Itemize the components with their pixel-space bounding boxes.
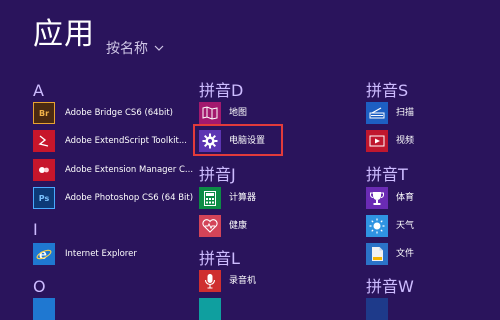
photoshop-icon-text: Ps: [38, 193, 50, 203]
app-label: Adobe Bridge CS6 (64bit): [65, 107, 173, 118]
app-label: 文件: [396, 248, 415, 259]
trophy-glyph-icon: [370, 191, 384, 205]
selection-highlight-box: [193, 124, 283, 156]
app-label: 天气: [396, 220, 415, 231]
app-label: Internet Explorer: [65, 248, 137, 259]
sort-label: 按名称: [106, 41, 148, 57]
app-video[interactable]: 视频: [366, 130, 414, 152]
page-title: 应用: [33, 17, 95, 52]
group-header-o[interactable]: O: [33, 279, 46, 295]
app-adobe-photoshop[interactable]: Ps Adobe Photoshop CS6 (64 Bit): [33, 187, 193, 209]
video-icon: [366, 130, 388, 152]
trophy-icon: [366, 187, 388, 209]
group-header-pinyin-w[interactable]: 拼音W: [366, 279, 414, 295]
sun-glyph-icon: [369, 218, 385, 234]
adobe-bridge-icon: Br: [33, 102, 55, 124]
app-scan[interactable]: 扫描: [366, 102, 414, 124]
app-health[interactable]: 健康: [199, 215, 247, 237]
app-label: Adobe Photoshop CS6 (64 Bit): [65, 192, 194, 203]
microphone-glyph-icon: [204, 274, 216, 289]
document-icon: [366, 243, 388, 265]
scanner-glyph-icon: [369, 107, 385, 119]
app-label: 体育: [396, 192, 415, 203]
adobe-bridge-icon-text: Br: [38, 108, 50, 118]
photoshop-icon: Ps: [33, 187, 55, 209]
app-adobe-extension-manager[interactable]: Adobe Extension Manager C...: [33, 159, 193, 181]
group-header-pinyin-l[interactable]: 拼音L: [199, 251, 240, 267]
svg-text:e: e: [39, 246, 47, 262]
app-adobe-bridge[interactable]: Br Adobe Bridge CS6 (64bit): [33, 102, 173, 124]
app-sports[interactable]: 体育: [366, 187, 414, 209]
group-header-pinyin-s[interactable]: 拼音S: [366, 83, 408, 99]
app-label: Adobe ExtendScript Toolkit...: [65, 135, 187, 146]
internet-explorer-icon: e: [33, 243, 55, 265]
document-glyph-icon: [371, 247, 383, 261]
scanner-icon: [366, 102, 388, 124]
app-adobe-extendscript[interactable]: Adobe ExtendScript Toolkit...: [33, 130, 187, 152]
sort-by-name-dropdown[interactable]: 按名称: [106, 38, 164, 58]
ie-e-glyph-icon: e: [36, 246, 52, 262]
app-internet-explorer[interactable]: e Internet Explorer: [33, 243, 137, 265]
chevron-down-icon: [154, 45, 164, 51]
app-label: 地图: [229, 107, 248, 118]
extendscript-glyph-icon: [38, 135, 49, 147]
video-glyph-icon: [369, 135, 385, 147]
app-label: 健康: [229, 220, 248, 231]
app-partial-icon-col2[interactable]: [199, 298, 221, 320]
extension-manager-glyph-icon: [39, 167, 49, 173]
app-label: 录音机: [229, 275, 257, 286]
map-icon: [199, 102, 221, 124]
group-header-a[interactable]: A: [33, 83, 44, 99]
app-label: 视频: [396, 135, 415, 146]
group-header-pinyin-d[interactable]: 拼音D: [199, 83, 243, 99]
app-label: Adobe Extension Manager C...: [65, 164, 194, 175]
sun-icon: [366, 215, 388, 237]
map-glyph-icon: [202, 106, 218, 120]
calculator-icon: [199, 187, 221, 209]
app-o-partial-icon[interactable]: [33, 298, 55, 320]
group-header-pinyin-t[interactable]: 拼音T: [366, 167, 408, 183]
app-partial-icon-col3[interactable]: [366, 298, 388, 320]
extension-manager-icon: [33, 159, 55, 181]
microphone-icon: [199, 270, 221, 292]
app-label: 扫描: [396, 107, 415, 118]
heart-glyph-icon: [202, 219, 218, 233]
app-calculator[interactable]: 计算器: [199, 187, 256, 209]
app-weather[interactable]: 天气: [366, 215, 414, 237]
calculator-glyph-icon: [204, 190, 216, 206]
extendscript-icon: [33, 130, 55, 152]
group-header-i[interactable]: I: [33, 222, 38, 238]
app-sound-recorder[interactable]: 录音机: [199, 270, 256, 292]
group-header-pinyin-j[interactable]: 拼音J: [199, 167, 236, 183]
app-maps[interactable]: 地图: [199, 102, 247, 124]
app-files[interactable]: 文件: [366, 243, 414, 265]
heart-icon: [199, 215, 221, 237]
app-label: 计算器: [229, 192, 257, 203]
